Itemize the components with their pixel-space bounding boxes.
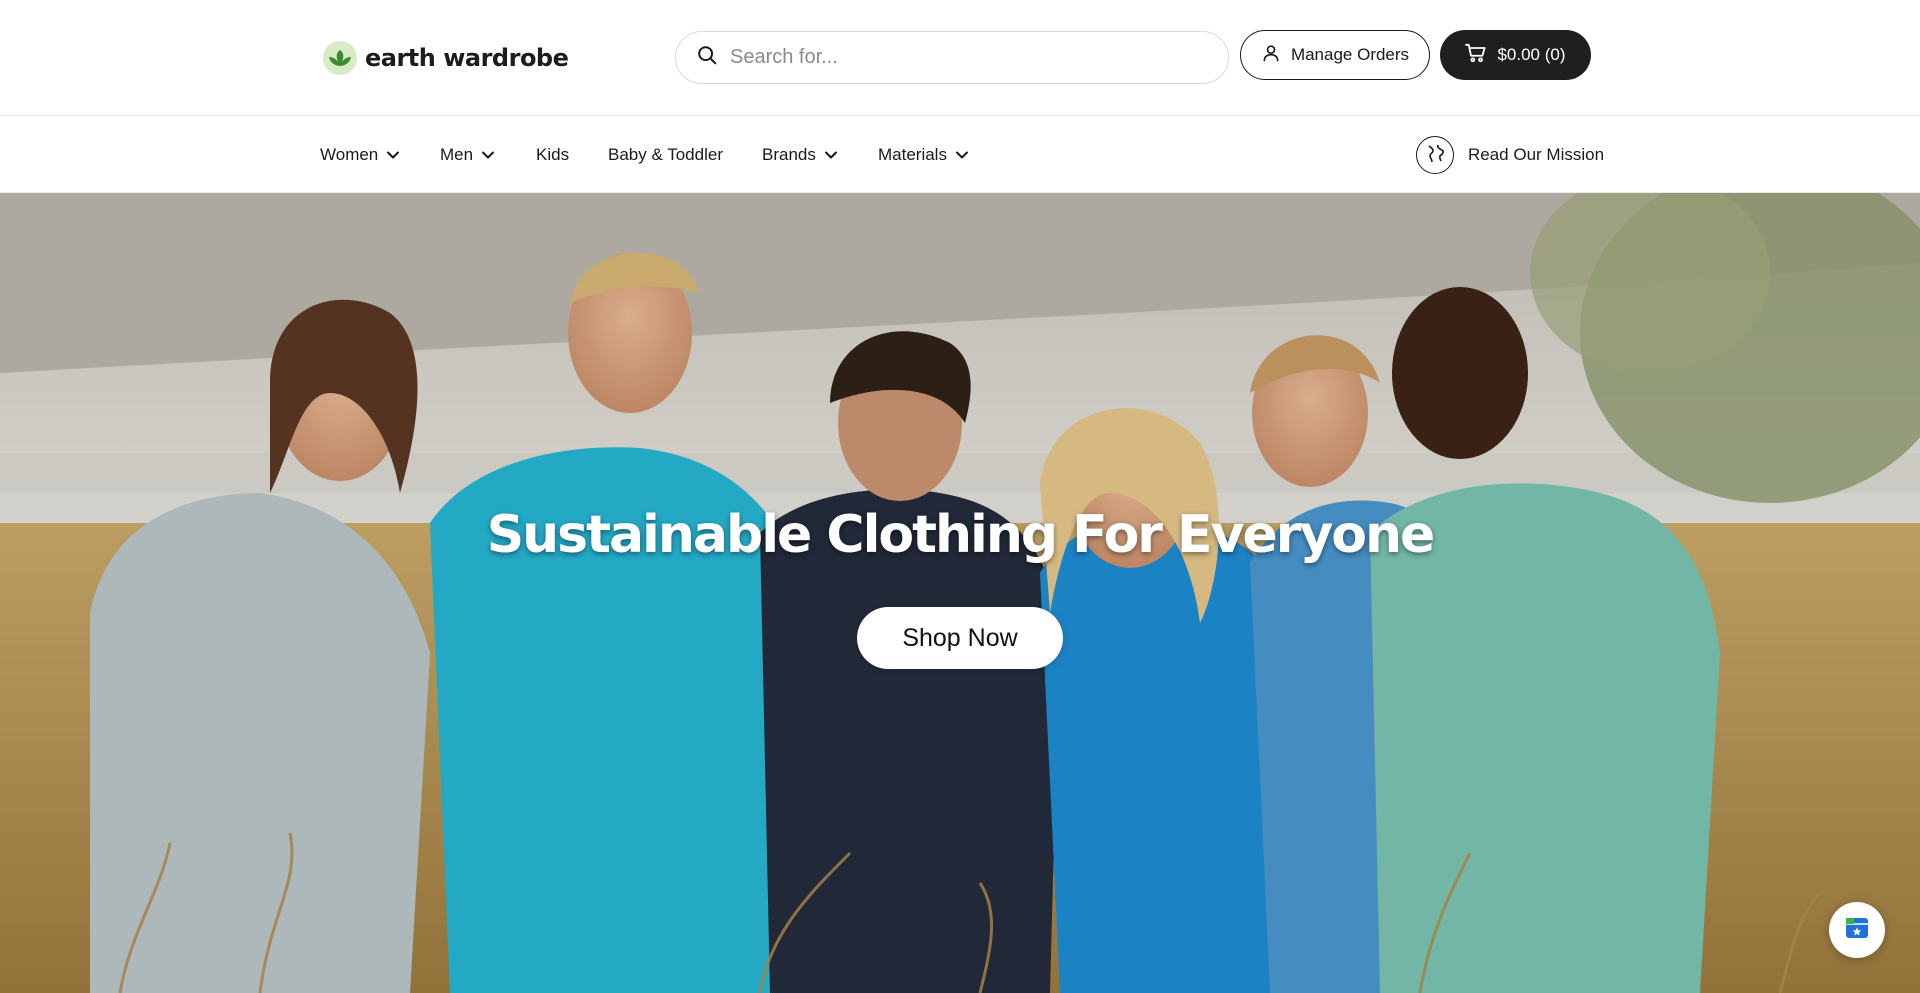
- chat-widget-icon: [1841, 912, 1873, 949]
- nav-item-label: Materials: [878, 145, 947, 164]
- mission-label: Read Our Mission: [1468, 145, 1605, 164]
- manage-orders-button[interactable]: Manage Orders: [1240, 30, 1430, 80]
- nav-item-label: Kids: [536, 145, 570, 164]
- nav-item-label: Men: [440, 145, 474, 164]
- cart-button[interactable]: $0.00 (0): [1440, 30, 1591, 80]
- cart-total: $0.00 (0): [1497, 45, 1566, 64]
- search-bar[interactable]: [675, 31, 1229, 84]
- globe-icon: [1416, 136, 1454, 174]
- chevron-down-icon: [955, 151, 968, 159]
- nav-item-label: Brands: [762, 145, 816, 164]
- user-icon: [1261, 43, 1281, 68]
- nav-item-kids[interactable]: Kids: [536, 143, 569, 167]
- nav-item-men[interactable]: Men: [440, 143, 495, 167]
- nav-item-materials[interactable]: Materials: [878, 143, 969, 167]
- search-icon: [696, 44, 718, 71]
- cart-icon: [1465, 43, 1487, 68]
- chevron-down-icon: [482, 151, 495, 159]
- nav-item-baby-toddler[interactable]: Baby & Toddler: [608, 143, 723, 167]
- search-input[interactable]: [730, 46, 1190, 69]
- hero-title: Sustainable Clothing For Everyone: [486, 505, 1436, 565]
- nav-item-label: Baby & Toddler: [608, 145, 723, 164]
- logo-text: earth wardrobe: [365, 44, 569, 72]
- chevron-down-icon: [387, 151, 400, 159]
- site-header: earth wardrobe Manage Orders $0.00 (0): [0, 0, 1920, 116]
- hero-image: [0, 193, 1920, 993]
- chevron-down-icon: [824, 151, 837, 159]
- main-nav: Women Men Kids Baby & Toddler Brands Mat…: [0, 117, 1920, 193]
- leaf-logo-icon: [323, 41, 357, 75]
- manage-orders-label: Manage Orders: [1290, 45, 1410, 64]
- hero-banner: Sustainable Clothing For Everyone Shop N…: [0, 193, 1920, 993]
- nav-item-brands[interactable]: Brands: [762, 143, 838, 167]
- read-mission-link[interactable]: Read Our Mission: [1416, 135, 1604, 175]
- logo-link[interactable]: earth wardrobe: [323, 38, 569, 78]
- nav-item-women[interactable]: Women: [320, 143, 400, 167]
- nav-item-label: Women: [320, 145, 379, 164]
- shop-now-button[interactable]: Shop Now: [857, 607, 1063, 669]
- chat-widget-button[interactable]: [1829, 902, 1885, 958]
